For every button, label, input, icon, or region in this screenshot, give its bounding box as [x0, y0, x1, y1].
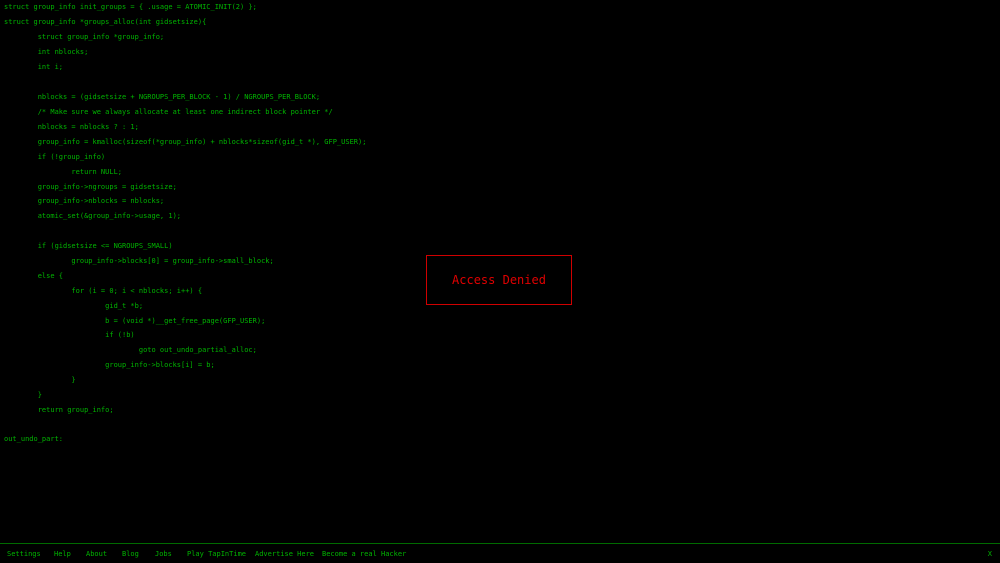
code-line: group_info = kmalloc(sizeof(*group_info)…: [4, 138, 367, 146]
code-line: int i;: [4, 63, 64, 71]
access-denied-message: Access Denied: [452, 273, 546, 287]
footer-link-help[interactable]: Help: [54, 549, 71, 559]
footer-link-real-hacker[interactable]: Become a real Hacker: [322, 549, 406, 559]
code-line: else {: [4, 272, 64, 280]
code-line: struct group_info *groups_alloc(int gids…: [4, 18, 207, 26]
code-line: int nblocks;: [4, 48, 89, 56]
code-line: nblocks = nblocks ? : 1;: [4, 123, 139, 131]
footer-link-advertise[interactable]: Advertise Here: [255, 549, 314, 559]
code-line: group_info->blocks[i] = b;: [4, 361, 215, 369]
code-line: }: [4, 376, 76, 384]
footer-link-tapintime[interactable]: Play TapInTime: [187, 549, 246, 559]
code-line: out_undo_part:: [4, 435, 64, 443]
footer-bar: Settings Help About Blog Jobs Play TapIn…: [0, 543, 1000, 563]
code-line: for (i = 0; i < nblocks; i++) {: [4, 287, 203, 295]
footer-link-about[interactable]: About: [86, 549, 107, 559]
code-line: group_info->nblocks = nblocks;: [4, 197, 165, 205]
code-line: if (!b): [4, 331, 135, 339]
footer-link-settings[interactable]: Settings: [7, 549, 41, 559]
code-line: goto out_undo_partial_alloc;: [4, 346, 257, 354]
footer-link-jobs[interactable]: Jobs: [155, 549, 172, 559]
code-line: if (!group_info): [4, 153, 106, 161]
code-line: gid_t *b;: [4, 302, 144, 310]
code-line: struct group_info *group_info;: [4, 33, 165, 41]
code-line: }: [4, 391, 42, 399]
code-line: nblocks = (gidsetsize + NGROUPS_PER_BLOC…: [4, 93, 321, 101]
footer-close-button[interactable]: X: [988, 549, 992, 559]
code-line: b = (void *)__get_free_page(GFP_USER);: [4, 317, 266, 325]
footer-link-blog[interactable]: Blog: [122, 549, 139, 559]
code-line: struct group_info init_groups = { .usage…: [4, 3, 257, 11]
code-line: return NULL;: [4, 168, 123, 176]
code-line: return group_info;: [4, 406, 114, 414]
access-denied-dialog: Access Denied: [426, 255, 572, 305]
code-line: /* Make sure we always allocate at least…: [4, 108, 333, 116]
code-line: group_info->blocks[0] = group_info->smal…: [4, 257, 274, 265]
code-line: if (gidsetsize <= NGROUPS_SMALL): [4, 242, 173, 250]
code-line: atomic_set(&group_info->usage, 1);: [4, 212, 182, 220]
code-line: group_info->ngroups = gidsetsize;: [4, 183, 177, 191]
